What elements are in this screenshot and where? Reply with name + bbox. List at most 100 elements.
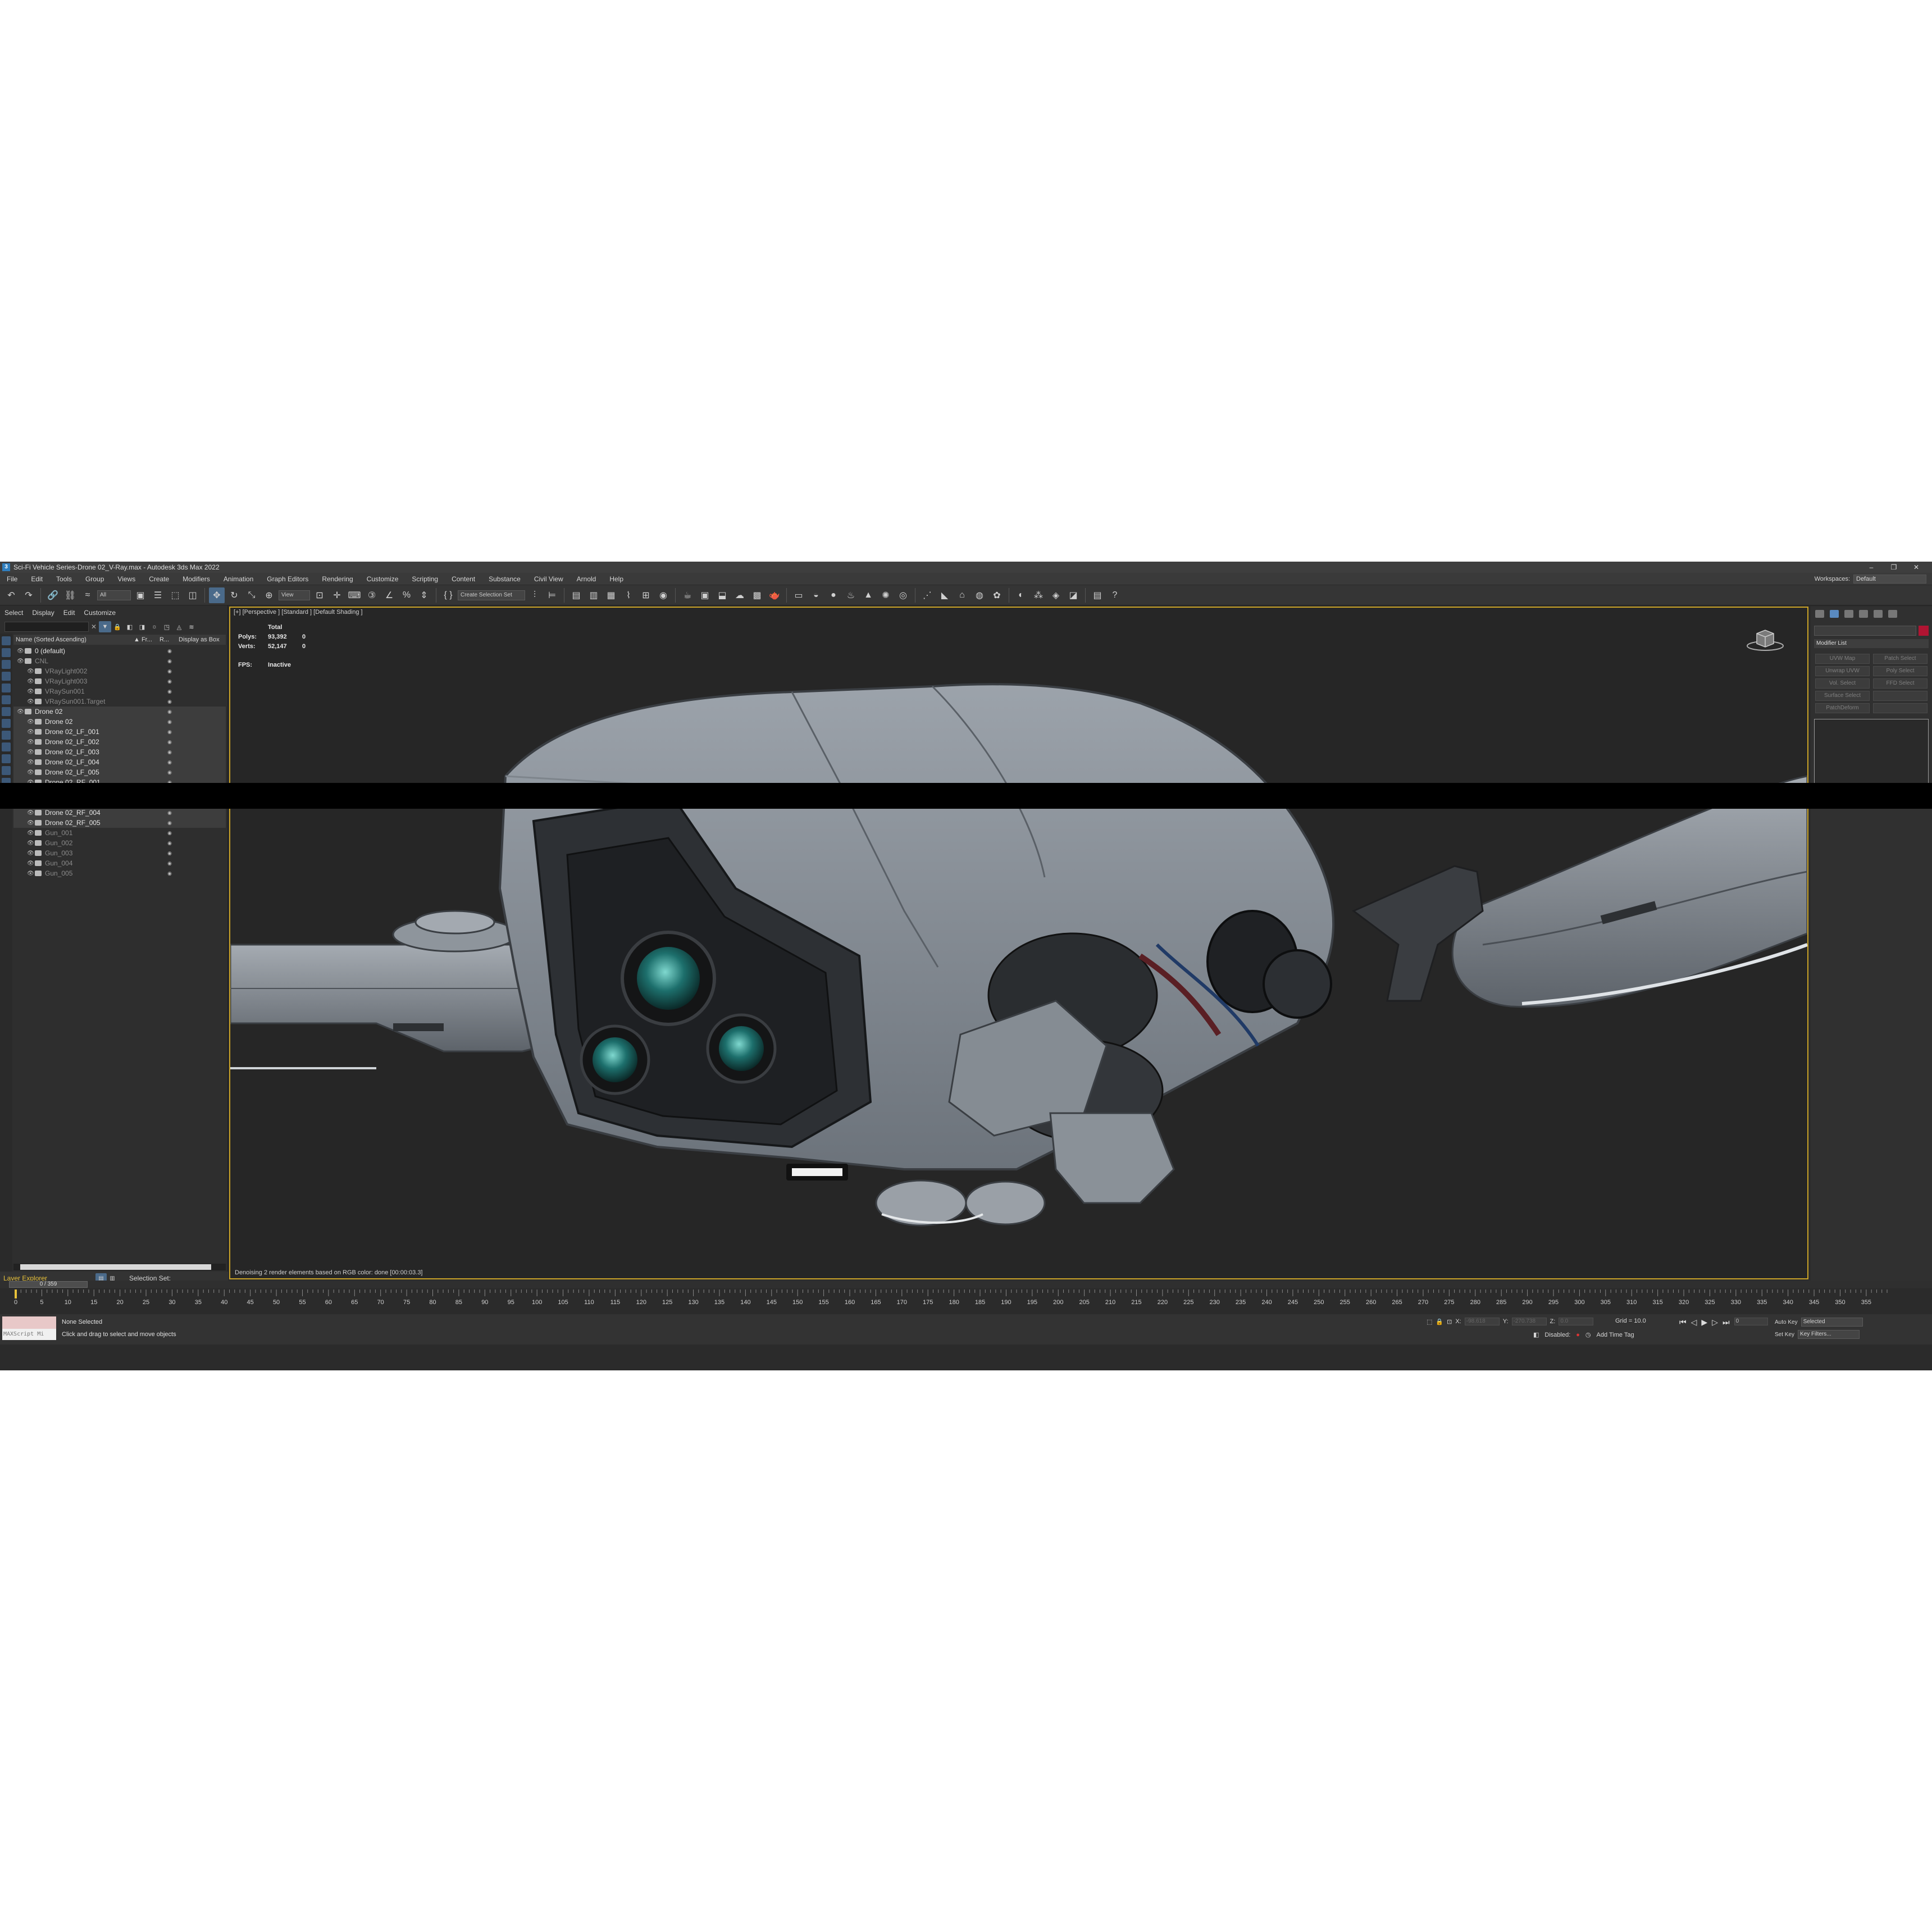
ffd-select-button[interactable]: FFD Select bbox=[1873, 678, 1928, 689]
column-display-as-box[interactable]: Display as Box bbox=[176, 635, 226, 645]
object-color-swatch[interactable] bbox=[1919, 626, 1929, 636]
visibility-eye-icon[interactable]: 👁 bbox=[17, 709, 25, 715]
renderable-toggle-icon[interactable]: ◉ bbox=[167, 820, 172, 826]
visibility-eye-icon[interactable]: 👁 bbox=[27, 850, 35, 856]
vray-fur-icon[interactable]: ⋰ bbox=[919, 587, 935, 603]
vol-select-button[interactable]: Vol. Select bbox=[1815, 678, 1870, 689]
render-setup-icon[interactable]: ☕ bbox=[680, 587, 695, 603]
renderable-toggle-icon[interactable]: ◉ bbox=[167, 689, 172, 695]
clear-search-icon[interactable]: ✕ bbox=[89, 623, 99, 631]
side-tool-icon[interactable] bbox=[2, 695, 11, 704]
scene-tree-row[interactable]: 👁 Gun_004 ◉ bbox=[13, 858, 226, 868]
renderable-toggle-icon[interactable]: ◉ bbox=[167, 769, 172, 776]
motion-tab-icon[interactable] bbox=[1859, 610, 1868, 618]
visibility-eye-icon[interactable]: 👁 bbox=[27, 830, 35, 836]
scene-tree-row[interactable]: 👁 Drone 02 ◉ bbox=[13, 717, 226, 727]
explorer-menu-display[interactable]: Display bbox=[28, 609, 58, 617]
create-tab-icon[interactable] bbox=[1815, 610, 1824, 618]
restore-button[interactable]: ❐ bbox=[1883, 563, 1905, 571]
vray-plane-icon[interactable]: ◣ bbox=[937, 587, 953, 603]
key-filters-button[interactable]: Key Filters... bbox=[1798, 1330, 1860, 1339]
side-tool-icon[interactable] bbox=[2, 648, 11, 657]
snaps-toggle-icon[interactable]: ③ bbox=[364, 587, 380, 603]
visibility-eye-icon[interactable]: 👁 bbox=[27, 739, 35, 745]
poly-select-button[interactable]: Poly Select bbox=[1873, 666, 1928, 676]
render-production-icon[interactable]: ⬓ bbox=[714, 587, 730, 603]
display-cameras-icon[interactable]: ◳ bbox=[161, 621, 173, 632]
select-and-place-icon[interactable]: ⊕ bbox=[261, 587, 277, 603]
visibility-eye-icon[interactable]: 👁 bbox=[27, 820, 35, 826]
redo-icon[interactable]: ↷ bbox=[21, 587, 37, 603]
time-tag-icon[interactable]: ◷ bbox=[1585, 1331, 1591, 1338]
vray-scene-converter-icon[interactable]: ◪ bbox=[1065, 587, 1081, 603]
renderable-toggle-icon[interactable]: ◉ bbox=[167, 678, 172, 685]
renderable-toggle-icon[interactable]: ◉ bbox=[167, 699, 172, 705]
scene-tree-row[interactable]: 👁 Drone 02_RF_005 ◉ bbox=[13, 818, 226, 828]
time-slider-thumb[interactable]: 0 / 359 bbox=[9, 1281, 88, 1288]
window-crossing-icon[interactable]: ◫ bbox=[185, 587, 201, 603]
maxscript-listener[interactable]: MAXScript Mi bbox=[2, 1316, 56, 1342]
hierarchy-tab-icon[interactable] bbox=[1844, 610, 1853, 618]
empty-modifier-button[interactable] bbox=[1873, 691, 1928, 701]
patch-deform-button[interactable]: PatchDeform bbox=[1815, 703, 1870, 713]
unwrap-uvw-button[interactable]: Unwrap UVW bbox=[1815, 666, 1870, 676]
go-to-end-icon[interactable]: ⏭ bbox=[1723, 1318, 1730, 1327]
visibility-eye-icon[interactable]: 👁 bbox=[17, 658, 25, 664]
maxscript-output[interactable] bbox=[2, 1316, 56, 1329]
renderable-toggle-icon[interactable]: ◉ bbox=[167, 648, 172, 654]
explorer-menu-select[interactable]: Select bbox=[0, 609, 28, 617]
side-tool-icon[interactable] bbox=[2, 754, 11, 763]
unlink-icon[interactable]: ⛓ bbox=[62, 587, 78, 603]
vray-proxy-icon[interactable]: ⌂ bbox=[954, 587, 970, 603]
visibility-eye-icon[interactable]: 👁 bbox=[27, 840, 35, 846]
toggle-scene-explorer-icon[interactable]: ▤ bbox=[568, 587, 584, 603]
go-to-start-icon[interactable]: ⏮ bbox=[1679, 1318, 1687, 1327]
modifier-list-dropdown[interactable]: Modifier List bbox=[1814, 639, 1929, 648]
z-coordinate-field[interactable]: 0.0 bbox=[1559, 1318, 1594, 1325]
column-frozen[interactable]: ▲ Fr... bbox=[131, 635, 157, 645]
scene-tree-row[interactable]: 👁 Drone 02_LF_003 ◉ bbox=[13, 747, 226, 757]
renderable-toggle-icon[interactable]: ◉ bbox=[167, 860, 172, 867]
side-tool-icon[interactable] bbox=[2, 660, 11, 669]
auto-key-button[interactable]: Auto Key bbox=[1775, 1319, 1798, 1325]
rendered-frame-window-icon[interactable]: ▣ bbox=[697, 587, 713, 603]
menu-scripting[interactable]: Scripting bbox=[405, 575, 445, 583]
menu-civil-view[interactable]: Civil View bbox=[527, 575, 570, 583]
side-tool-icon[interactable] bbox=[2, 742, 11, 751]
visibility-eye-icon[interactable]: 👁 bbox=[27, 668, 35, 675]
absolute-mode-icon[interactable]: ⊡ bbox=[1447, 1318, 1452, 1325]
renderable-toggle-icon[interactable]: ◉ bbox=[167, 709, 172, 715]
scene-tree-row[interactable]: 👁 VRayLight002 ◉ bbox=[13, 666, 226, 676]
visibility-eye-icon[interactable]: 👁 bbox=[27, 759, 35, 765]
add-time-tag-button[interactable]: Add Time Tag bbox=[1597, 1332, 1634, 1338]
display-geometry-icon[interactable]: ◧ bbox=[124, 621, 136, 632]
empty-modifier-button[interactable] bbox=[1873, 703, 1928, 713]
display-shapes-icon[interactable]: ◨ bbox=[136, 621, 148, 632]
scene-tree-row[interactable]: 👁 Gun_001 ◉ bbox=[13, 828, 226, 838]
selection-filter-dropdown[interactable]: All bbox=[97, 590, 131, 600]
display-lights-icon[interactable]: ☼ bbox=[148, 621, 161, 632]
side-tool-icon[interactable] bbox=[2, 684, 11, 692]
vray-vision-icon[interactable]: ◈ bbox=[1048, 587, 1064, 603]
display-helpers-icon[interactable]: ◬ bbox=[173, 621, 185, 632]
bind-spacewarp-icon[interactable]: ≈ bbox=[80, 587, 95, 603]
isolate-icon[interactable]: ⬚ bbox=[1427, 1318, 1432, 1325]
patch-select-button[interactable]: Patch Select bbox=[1873, 654, 1928, 664]
menu-substance[interactable]: Substance bbox=[482, 575, 527, 583]
undo-icon[interactable]: ↶ bbox=[3, 587, 19, 603]
schematic-view-icon[interactable]: ⊞ bbox=[638, 587, 654, 603]
help-icon[interactable]: ? bbox=[1107, 587, 1123, 603]
play-icon[interactable]: ▶ bbox=[1701, 1318, 1707, 1327]
visibility-eye-icon[interactable]: 👁 bbox=[27, 678, 35, 685]
material-editor-icon[interactable]: ◉ bbox=[655, 587, 671, 603]
renderable-toggle-icon[interactable]: ◉ bbox=[167, 840, 172, 846]
record-icon[interactable]: ● bbox=[1576, 1332, 1580, 1338]
visibility-eye-icon[interactable]: 👁 bbox=[27, 699, 35, 705]
viewport-label[interactable]: [+] [Perspective ] [Standard ] [Default … bbox=[234, 609, 363, 616]
menu-tools[interactable]: Tools bbox=[49, 575, 79, 583]
vray-dome-light-icon[interactable]: ◒ bbox=[808, 587, 824, 603]
menu-edit[interactable]: Edit bbox=[24, 575, 49, 583]
menu-modifiers[interactable]: Modifiers bbox=[176, 575, 217, 583]
scene-tree-row[interactable]: 👁 Drone 02_LF_001 ◉ bbox=[13, 727, 226, 737]
scrollbar-thumb[interactable] bbox=[20, 1264, 211, 1270]
